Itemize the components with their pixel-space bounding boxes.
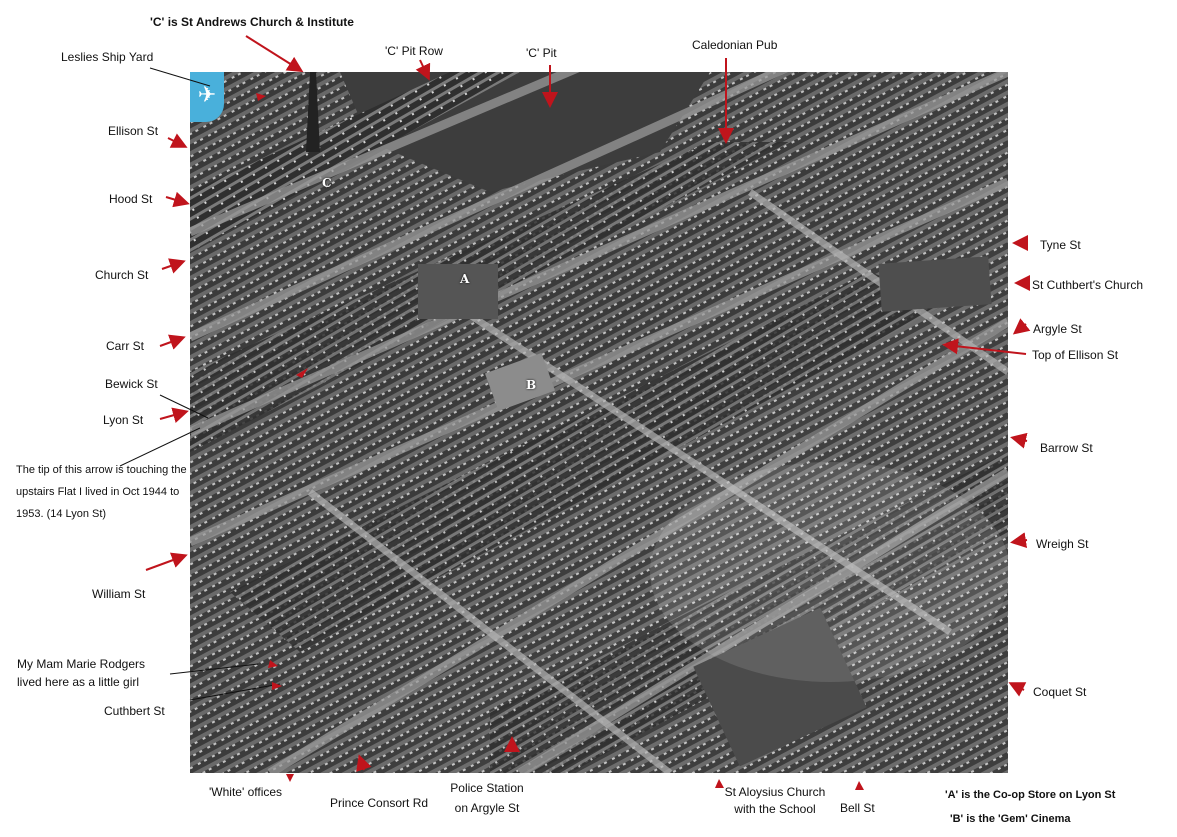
legend-a: 'A' is the Co-op Store on Lyon St	[945, 789, 1116, 801]
label-william-st: William St	[92, 587, 146, 601]
label-pit-row: 'C' Pit Row	[385, 44, 443, 58]
label-police-1: Police Station	[450, 781, 524, 795]
label-wreigh-st: Wreigh St	[1036, 537, 1089, 551]
label-argyle-st: Argyle St	[1033, 322, 1082, 336]
photo-letter-a: A	[460, 272, 470, 286]
label-st-cuthberts-church: St Cuthbert's Church	[1032, 278, 1144, 292]
marker-white-offices	[286, 774, 294, 782]
marker-bell	[855, 781, 864, 790]
arrow-william	[145, 552, 188, 571]
label-coquet-st: Coquet St	[1033, 685, 1087, 699]
arrow-hood	[165, 191, 190, 208]
label-leslies-ship-yard: Leslies Ship Yard	[61, 50, 154, 64]
label-church-st: Church St	[95, 268, 149, 282]
label-flat-note-2: upstairs Flat I lived in Oct 1944 to	[16, 486, 180, 498]
arrow-carr	[159, 334, 186, 350]
label-mam-2: lived here as a little girl	[17, 675, 140, 689]
photo-letter-c: C	[322, 176, 332, 190]
aerial-photograph: ✈ C A B	[190, 72, 1008, 773]
label-st-aloysius-2: with the School	[734, 802, 816, 816]
legend-b: 'B' is the 'Gem' Cinema	[950, 813, 1071, 825]
annotated-aerial-photo: ✈ C A B 'C' is St Andrews Church & Insti…	[0, 0, 1177, 837]
label-flat-note-1: The tip of this arrow is touching the	[16, 464, 187, 476]
label-police-2: on Argyle St	[454, 801, 520, 815]
leader-flat-note	[119, 427, 201, 467]
label-caledonian-pub: Caledonian Pub	[692, 38, 778, 52]
label-bell-st: Bell St	[840, 801, 875, 815]
label-flat-note-3: 1953. (14 Lyon St)	[16, 508, 107, 520]
label-hood-st: Hood St	[109, 192, 153, 206]
arrow-wreigh	[1010, 532, 1028, 549]
arrow-ellison	[167, 133, 188, 148]
airplane-icon: ✈	[190, 72, 224, 122]
label-carr-st: Carr St	[106, 339, 145, 353]
label-ellison-st: Ellison St	[108, 124, 159, 138]
label-mam-1: My Mam Marie Rodgers	[17, 657, 146, 671]
label-tyne-st: Tyne St	[1040, 238, 1081, 252]
arrow-lyon	[159, 407, 189, 423]
label-cuthbert-st: Cuthbert St	[104, 704, 165, 718]
label-lyon-st: Lyon St	[103, 413, 144, 427]
label-white-offices: 'White' offices	[209, 785, 283, 799]
arrow-argyle	[1012, 318, 1031, 335]
arrow-coquet	[1008, 682, 1027, 697]
label-st-andrews: 'C' is St Andrews Church & Institute	[150, 15, 354, 29]
label-barrow-st: Barrow St	[1040, 441, 1093, 455]
photo-letter-b: B	[526, 378, 537, 392]
label-st-aloysius-1: St Aloysius Church	[724, 785, 826, 799]
label-bewick-st: Bewick St	[105, 377, 158, 391]
label-prince-consort-rd: Prince Consort Rd	[330, 796, 429, 810]
arrow-barrow	[1010, 432, 1028, 449]
arrow-st-andrews	[245, 35, 304, 73]
label-top-of-ellison-st: Top of Ellison St	[1032, 348, 1119, 362]
arrow-church	[161, 258, 186, 274]
label-pit: 'C' Pit	[526, 46, 557, 60]
photo-texture	[190, 72, 1008, 773]
